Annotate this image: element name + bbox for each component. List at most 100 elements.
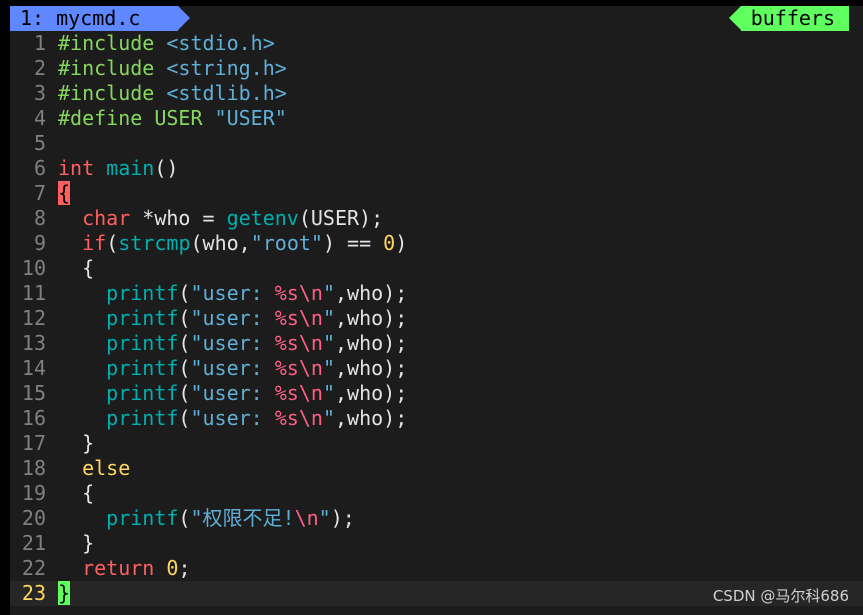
string-literal: " xyxy=(322,331,335,355)
code-text: ); xyxy=(330,506,355,530)
string-literal: " xyxy=(322,381,335,405)
code-editor[interactable]: 1 #include <stdio.h> 2 #include <string.h>… xyxy=(10,31,863,606)
code-line: 4 #define USER "USER" xyxy=(10,106,863,131)
line-number: 8 xyxy=(33,206,46,230)
format-specifier: %s\n xyxy=(274,281,323,305)
buffers-label: buffers xyxy=(750,6,835,30)
function-name: printf xyxy=(106,406,179,430)
code-line: 12 printf("user: %s\n",who); xyxy=(10,306,863,331)
line-number: 7 xyxy=(33,181,46,205)
function-name: printf xyxy=(106,331,179,355)
type-keyword: char xyxy=(82,206,131,230)
code-line: 18 else xyxy=(10,456,863,481)
punctuation: ( xyxy=(178,356,191,380)
function-name: printf xyxy=(106,281,179,305)
string-literal: "user: xyxy=(190,406,275,430)
tabline: 1: mycmd.c buffers xyxy=(10,6,863,31)
format-specifier: %s\n xyxy=(274,306,323,330)
code-line: 10 { xyxy=(10,256,863,281)
line-number: 10 xyxy=(21,256,46,280)
line-number: 14 xyxy=(21,356,46,380)
buffers-arrow-icon xyxy=(728,6,741,30)
type-keyword: int xyxy=(58,156,95,180)
tab-label: 1: mycmd.c xyxy=(20,6,141,30)
line-number: 23 xyxy=(21,581,46,605)
code-line: 3 #include <stdlib.h> xyxy=(10,81,863,106)
watermark: CSDN @马尔科686 xyxy=(712,587,849,605)
punctuation: ( xyxy=(178,281,191,305)
format-specifier: %s\n xyxy=(274,331,323,355)
line-number: 4 xyxy=(33,106,46,130)
code-line: 8 char *who = getenv(USER); xyxy=(10,206,863,231)
format-specifier: %s\n xyxy=(274,356,323,380)
string-literal: "user: xyxy=(190,381,275,405)
line-number: 12 xyxy=(21,306,46,330)
format-specifier: %s\n xyxy=(274,381,323,405)
buffers-indicator: buffers xyxy=(728,6,849,31)
matched-brace: { xyxy=(58,181,71,205)
line-number: 1 xyxy=(33,31,46,55)
code-line: 9 if(strcmp(who,"root") == 0) xyxy=(10,231,863,256)
punctuation: ( xyxy=(178,306,191,330)
preproc-token: #include xyxy=(58,81,155,105)
code-line: 1 #include <stdio.h> xyxy=(10,31,863,56)
code-line: 13 printf("user: %s\n",who); xyxy=(10,331,863,356)
code-text: *who = xyxy=(130,206,227,230)
punctuation: ( xyxy=(178,331,191,355)
include-path: <stdlib.h> xyxy=(166,81,287,105)
punctuation: ) xyxy=(395,231,408,255)
function-name: strcmp xyxy=(118,231,191,255)
string-literal: "USER" xyxy=(214,106,287,130)
format-specifier: \n xyxy=(294,506,319,530)
line-number: 22 xyxy=(21,556,46,580)
line-number: 21 xyxy=(21,531,46,555)
string-literal: " xyxy=(318,506,331,530)
punctuation: } xyxy=(82,531,95,555)
function-name: printf xyxy=(106,306,179,330)
function-name: printf xyxy=(106,506,179,530)
line-number: 20 xyxy=(21,506,46,530)
code-text: (who, xyxy=(190,231,251,255)
control-keyword: else xyxy=(82,456,131,480)
line-number: 11 xyxy=(21,281,46,305)
code-text: ) == xyxy=(322,231,384,255)
line-number: 17 xyxy=(21,431,46,455)
punctuation: } xyxy=(82,431,95,455)
string-literal: " xyxy=(322,406,335,430)
line-number: 13 xyxy=(21,331,46,355)
preproc-token: #define USER xyxy=(58,106,203,130)
line-number: 19 xyxy=(21,481,46,505)
string-literal: "user: xyxy=(190,281,275,305)
tab-mycmd-c[interactable]: 1: mycmd.c xyxy=(10,6,178,31)
code-line: 11 printf("user: %s\n",who); xyxy=(10,281,863,306)
number-literal: 0 xyxy=(166,556,179,580)
punctuation: ( xyxy=(178,506,191,530)
code-line: 14 printf("user: %s\n",who); xyxy=(10,356,863,381)
function-name: printf xyxy=(106,381,179,405)
string-literal: " xyxy=(322,281,335,305)
control-keyword: if xyxy=(82,231,107,255)
code-text: ,who); xyxy=(334,306,408,330)
code-text: ,who); xyxy=(334,381,408,405)
string-literal: "root" xyxy=(250,231,323,255)
line-number: 6 xyxy=(33,156,46,180)
code-line: 15 printf("user: %s\n",who); xyxy=(10,381,863,406)
line-number: 9 xyxy=(33,231,46,255)
code-text: ,who); xyxy=(334,356,408,380)
punctuation: { xyxy=(82,256,95,280)
code-line: 20 printf("权限不足!\n"); xyxy=(10,506,863,531)
line-number: 3 xyxy=(33,81,46,105)
code-line: 16 printf("user: %s\n",who); xyxy=(10,406,863,431)
string-literal: " xyxy=(322,356,335,380)
string-literal: " xyxy=(322,306,335,330)
string-literal: "user: xyxy=(190,306,275,330)
punctuation: ( xyxy=(178,381,191,405)
punctuation: ; xyxy=(178,556,191,580)
code-line: 22 return 0; xyxy=(10,556,863,581)
string-literal: "user: xyxy=(190,331,275,355)
number-literal: 0 xyxy=(383,231,396,255)
line-number: 2 xyxy=(33,56,46,80)
code-text: (USER); xyxy=(298,206,384,230)
code-line: 7{ xyxy=(10,181,863,206)
